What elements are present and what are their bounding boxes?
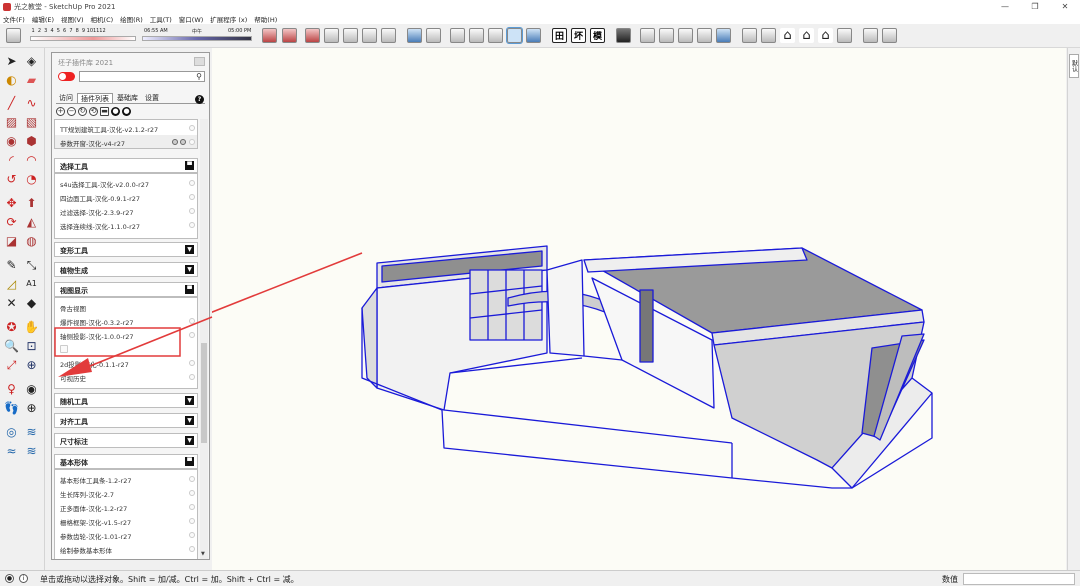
- status-bar: ● i 单击或拖动以选择对象。Shift = 加/减。Ctrl = 加。Shif…: [0, 570, 1080, 586]
- geo-location-icon[interactable]: ●: [5, 574, 14, 583]
- measurements-label: 数值: [942, 575, 958, 584]
- annotation-highlight-box: [54, 327, 181, 357]
- annotation-arrow-shaft: [79, 316, 213, 371]
- right-tray: 默认: [1067, 48, 1080, 570]
- instructor-icon[interactable]: i: [19, 574, 28, 583]
- measurements-input[interactable]: [963, 573, 1075, 585]
- annotation-overlay: [54, 316, 213, 377]
- status-message: 单击或拖动以选择对象。Shift = 加/减。Ctrl = 加。Shift + …: [40, 575, 299, 584]
- tray-tab-default[interactable]: 默认: [1069, 54, 1079, 78]
- annotation-arrow-head: [58, 358, 92, 377]
